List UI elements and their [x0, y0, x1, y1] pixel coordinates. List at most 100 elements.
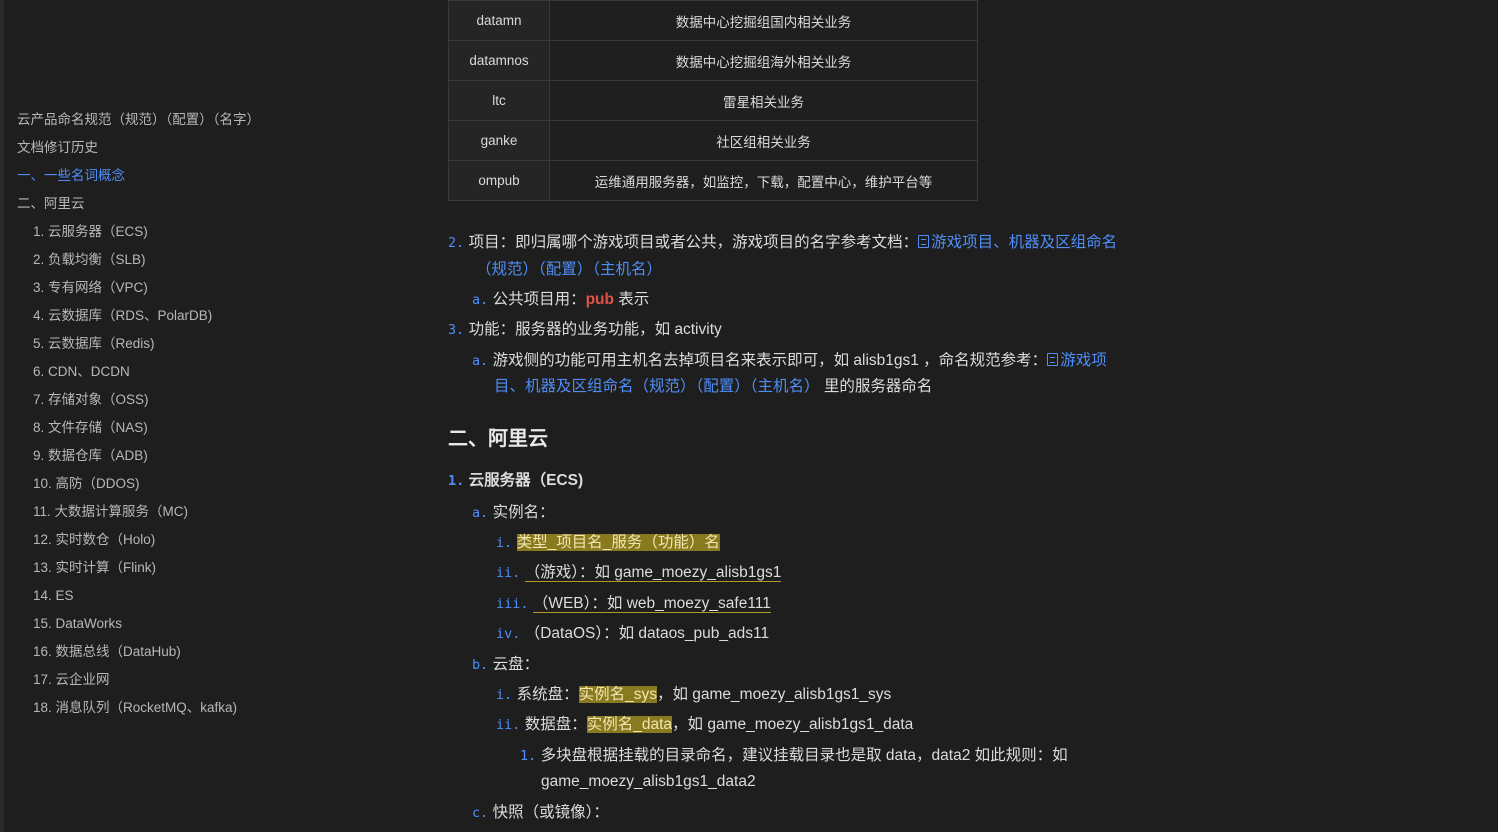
business-table: datamn 数据中心挖掘组国内相关业务 datamnos 数据中心挖掘组海外相关业务…: [448, 0, 978, 201]
document-icon: [1047, 353, 1059, 366]
toc-sidebar: 云产品命名规范（规范）（配置）（名字） 文档修订历史 一、一些名词概念 二、阿里云 1.…: [0, 0, 420, 832]
toc-item[interactable]: 12. 实时数仓（Holo): [17, 528, 260, 556]
doc-link-continued[interactable]: （规范）（配置）（主机名）: [476, 257, 662, 283]
table-row: ganke 社区组相关业务: [448, 120, 978, 161]
item-text: 多块盘根据挂载的目录命名，建议挂载目录也是取 data，data2 如此规则：如: [540, 747, 1068, 764]
table-cell-key: datamnos: [448, 40, 550, 81]
toc-item[interactable]: 16. 数据总线（DataHub): [17, 640, 260, 668]
doc-link-text[interactable]: 目、机器及区组命名（规范）（配置）（主机名）: [494, 378, 820, 395]
toc-item[interactable]: 3. 专有网络（VPC): [17, 276, 260, 304]
table-cell-key: ltc: [448, 80, 550, 121]
toc-item[interactable]: 5. 云数据库（Redis): [17, 332, 260, 360]
instance-name-item: a. 实例名：: [472, 500, 555, 526]
toc-item[interactable]: 17. 云企业网: [17, 668, 260, 696]
toc-item[interactable]: 9. 数据仓库（ADB): [17, 444, 260, 472]
table-row: datamnos 数据中心挖掘组海外相关业务: [448, 40, 978, 81]
highlighted-text: 类型_项目名_服务（功能）名: [516, 534, 720, 551]
item-text: 功能：服务器的业务功能，如 activity: [468, 321, 722, 338]
doc-link-text[interactable]: 游戏项目、机器及区组命名: [931, 234, 1117, 251]
item-text-tail: ，如 game_moezy_alisb1gs1_data: [672, 716, 914, 733]
item-text: 云盘：: [492, 656, 540, 673]
highlighted-text: 实例名_data: [586, 716, 673, 733]
list-roman: i.: [496, 687, 513, 703]
list-letter: b.: [472, 657, 489, 673]
item-text: 系统盘：: [516, 686, 579, 703]
toc-list: 云产品命名规范（规范）（配置）（名字） 文档修订历史 一、一些名词概念 二、阿里云 1.…: [17, 108, 260, 724]
code-pub: pub: [585, 291, 614, 308]
list-letter: a.: [472, 505, 489, 521]
list-roman: ii.: [496, 565, 521, 581]
toc-item[interactable]: 4. 云数据库（RDS、PolarDB): [17, 304, 260, 332]
instance-dataos-item: iv. （DataOS）：如 dataos_pub_ads11: [496, 621, 769, 647]
ecs-heading: 1. 云服务器（ECS): [448, 468, 583, 494]
snapshot-item: c. 快照（或镜像）：: [472, 800, 609, 826]
instance-format-item: i. 类型_项目名_服务（功能）名: [496, 530, 720, 556]
list-letter: c.: [472, 805, 489, 821]
toc-item[interactable]: 7. 存储对象（OSS): [17, 388, 260, 416]
toc-item[interactable]: 10. 高防（DDOS): [17, 472, 260, 500]
list-letter: a.: [472, 353, 489, 369]
item-text: （DataOS）：如 dataos_pub_ads11: [524, 625, 770, 642]
table-cell-value: 雷星相关业务: [549, 80, 978, 121]
list-roman: ii.: [496, 717, 521, 733]
table-cell-value: 数据中心挖掘组海外相关业务: [549, 40, 978, 81]
item-text: 游戏侧的功能可用主机名去掉项目名来表示即可，如 alisb1gs1 ，命名规范参…: [492, 352, 1048, 369]
toc-item[interactable]: 1. 云服务器（ECS): [17, 220, 260, 248]
table-row: ompub 运维通用服务器，如监控，下载，配置中心，维护平台等: [448, 160, 978, 201]
toc-item[interactable]: 8. 文件存储（NAS): [17, 416, 260, 444]
item-text-tail: 表示: [614, 291, 650, 308]
toc-item[interactable]: 二、阿里云: [17, 192, 260, 220]
toc-item[interactable]: 2. 负载均衡（SLB): [17, 248, 260, 276]
doc-link[interactable]: 游戏项目、机器及区组命名: [918, 234, 1117, 251]
toc-item[interactable]: 6. CDN、DCDN: [17, 360, 260, 388]
table-cell-key: ompub: [448, 160, 550, 201]
toc-item[interactable]: 18. 消息队列（RocketMQ、kafka): [17, 696, 260, 724]
toc-item[interactable]: 14. ES: [17, 584, 260, 612]
multi-disk-item: 1. 多块盘根据挂载的目录命名，建议挂载目录也是取 data，data2 如此规…: [520, 743, 1068, 769]
underlined-text: （游戏）：如 game_moezy_alisb1gs1: [524, 564, 782, 582]
list-roman: iv.: [496, 626, 521, 642]
highlighted-text: 实例名_sys: [578, 686, 657, 703]
item-text: 实例名：: [492, 504, 555, 521]
list-number: 3.: [448, 322, 465, 338]
cloud-disk-item: b. 云盘：: [472, 652, 539, 678]
toc-item[interactable]: 文档修订历史: [17, 136, 260, 164]
toc-item[interactable]: 15. DataWorks: [17, 612, 260, 640]
item-text: 快照（或镜像）：: [492, 804, 609, 821]
instance-web-item: iii. （WEB）：如 web_moezy_safe111: [496, 591, 771, 617]
section-title: 二、阿里云: [448, 428, 548, 450]
doc-link-text[interactable]: 游戏项: [1060, 352, 1107, 369]
item-text-tail: 里的服务器命名: [819, 378, 933, 395]
table-row: ltc 雷星相关业务: [448, 80, 978, 121]
data-disk-item: ii. 数据盘：实例名_data，如 game_moezy_alisb1gs1_…: [496, 712, 913, 738]
ecs-title: 云服务器（ECS): [468, 472, 584, 489]
underlined-text: （WEB）：如 web_moezy_safe111: [532, 595, 771, 613]
list-item-project: 2. 项目：即归属哪个游戏项目或者公共，游戏项目的名字参考文档： 游戏项目、机器及…: [448, 230, 1117, 256]
table-cell-value: 数据中心挖掘组国内相关业务: [549, 0, 978, 41]
table-row: datamn 数据中心挖掘组国内相关业务: [448, 0, 978, 41]
item-text: 项目：即归属哪个游戏项目或者公共，游戏项目的名字参考文档：: [468, 234, 919, 251]
toc-item[interactable]: 一、一些名词概念: [17, 164, 260, 192]
table-cell-key: datamn: [448, 0, 550, 41]
table-cell-value: 社区组相关业务: [549, 120, 978, 161]
doc-link[interactable]: 游戏项: [1047, 352, 1107, 369]
list-number: 1.: [448, 473, 465, 489]
item-text: 公共项目用：: [492, 291, 586, 308]
document-icon: [918, 235, 930, 248]
sub-item-public: a. 公共项目用：pub 表示: [472, 287, 649, 313]
item-text-tail: ，如 game_moezy_alisb1gs1_sys: [656, 686, 892, 703]
system-disk-item: i. 系统盘：实例名_sys，如 game_moezy_alisb1gs1_sy…: [496, 682, 891, 708]
toc-item[interactable]: 13. 实时计算（Flink): [17, 556, 260, 584]
table-cell-value: 运维通用服务器，如监控，下载，配置中心，维护平台等: [549, 160, 978, 201]
table-cell-key: ganke: [448, 120, 550, 161]
list-letter: a.: [472, 292, 489, 308]
item-text: 数据盘：: [524, 716, 587, 733]
toc-item[interactable]: 11. 大数据计算服务（MC): [17, 500, 260, 528]
document-content: datamn 数据中心挖掘组国内相关业务 datamnos 数据中心挖掘组海外相关业务…: [420, 0, 1498, 832]
list-number: 1.: [520, 748, 537, 764]
toc-item[interactable]: 云产品命名规范（规范）（配置）（名字）: [17, 108, 260, 136]
doc-link-text[interactable]: （规范）（配置）（主机名）: [476, 261, 662, 278]
multi-disk-item-continued: game_moezy_alisb1gs1_data2: [541, 769, 756, 795]
list-roman: iii.: [496, 596, 529, 612]
list-item-function: 3. 功能：服务器的业务功能，如 activity: [448, 317, 722, 343]
